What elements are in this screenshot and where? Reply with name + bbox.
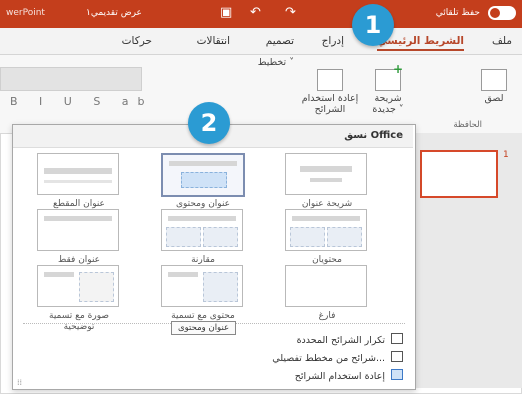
- ribbon-tabs: ملف الشريط الرئيسي إدراج تصميم انتقالات …: [0, 28, 522, 55]
- reuse-slides-icon: [317, 69, 343, 91]
- tab-animations[interactable]: حركات: [122, 35, 152, 47]
- layout-thumb: [161, 265, 243, 307]
- new-slide-icon: [375, 63, 403, 91]
- document-title: عرض تقديمي١: [86, 8, 142, 18]
- slides-from-outline-command[interactable]: شرائح من مخطط تفصيلي...: [272, 351, 403, 364]
- reuse-slides-button[interactable]: إعادة استخدام الشرائح: [300, 69, 360, 116]
- new-slide-label: شريحة جديدة ˅: [372, 93, 404, 115]
- layout-thumb: [37, 209, 119, 251]
- callout-step-1: 1: [352, 4, 394, 46]
- redo-icon[interactable]: ↷: [285, 5, 296, 20]
- title-bar: werPoint عرض تقديمي١ ▣ ↶ ↷ حفظ تلقائي: [0, 0, 522, 28]
- paste-label: لصق: [484, 93, 504, 104]
- tab-design[interactable]: تصميم: [266, 35, 294, 47]
- undo-icon[interactable]: ↶: [250, 5, 261, 20]
- slide-thumbnail[interactable]: [420, 150, 498, 198]
- dropdown-title: نسق Office: [344, 130, 403, 141]
- reuse-slides-label: إعادة استخدام الشرائح: [301, 93, 359, 115]
- reuse-slides-command[interactable]: إعادة استخدام الشرائح: [295, 369, 403, 382]
- layout-thumb: [161, 153, 245, 197]
- layout-label: صورة مع تسمية توضيحية: [49, 311, 109, 332]
- reuse-slides-icon: [391, 369, 403, 380]
- new-slide-button[interactable]: شريحة جديدة ˅: [366, 63, 410, 116]
- command-label: إعادة استخدام الشرائح: [294, 371, 385, 382]
- outline-slides-icon: [391, 351, 403, 362]
- layout-thumb: [285, 153, 367, 195]
- command-label: تكرار الشرائح المحددة: [296, 335, 385, 346]
- ribbon: B I U S ab لصق شريحة جديدة ˅ إعادة استخد…: [0, 55, 522, 134]
- app-name: werPoint: [6, 8, 45, 18]
- paste-button[interactable]: لصق: [476, 69, 512, 105]
- tab-transitions[interactable]: انتقالات: [197, 35, 230, 47]
- layout-button[interactable]: تخطيط ˅: [258, 57, 294, 68]
- tab-file[interactable]: ملف: [492, 35, 512, 47]
- layout-thumb: [161, 209, 243, 251]
- callout-step-2: 2: [188, 102, 230, 144]
- layout-tooltip: عنوان ومحتوى: [171, 321, 237, 335]
- layout-label: فارغ: [318, 311, 336, 321]
- clipboard-group-label: الحافظة: [453, 120, 482, 130]
- command-label: شرائح من مخطط تفصيلي...: [272, 353, 385, 364]
- layout-thumb: [285, 209, 367, 251]
- slide-number: 1: [503, 150, 509, 160]
- paste-icon: [481, 69, 507, 91]
- tab-insert[interactable]: إدراج: [322, 35, 344, 47]
- layout-thumb: [37, 265, 119, 307]
- layout-thumb: [285, 265, 367, 307]
- autosave-label: حفظ تلقائي: [435, 8, 480, 18]
- autosave-toggle[interactable]: [488, 6, 516, 20]
- format-buttons[interactable]: B I U S ab: [10, 95, 154, 108]
- layout-thumb: [37, 153, 119, 195]
- save-icon[interactable]: ▣: [220, 5, 232, 20]
- font-name-field[interactable]: [0, 67, 142, 91]
- layout-dropdown: نسق Office شريحة عنوان عنوان ومحتوى عنوا…: [12, 124, 416, 390]
- resize-grip-icon[interactable]: ⁞⁞: [17, 378, 22, 387]
- duplicate-slides-icon: [391, 333, 403, 344]
- duplicate-slides-command[interactable]: تكرار الشرائح المحددة: [297, 333, 403, 346]
